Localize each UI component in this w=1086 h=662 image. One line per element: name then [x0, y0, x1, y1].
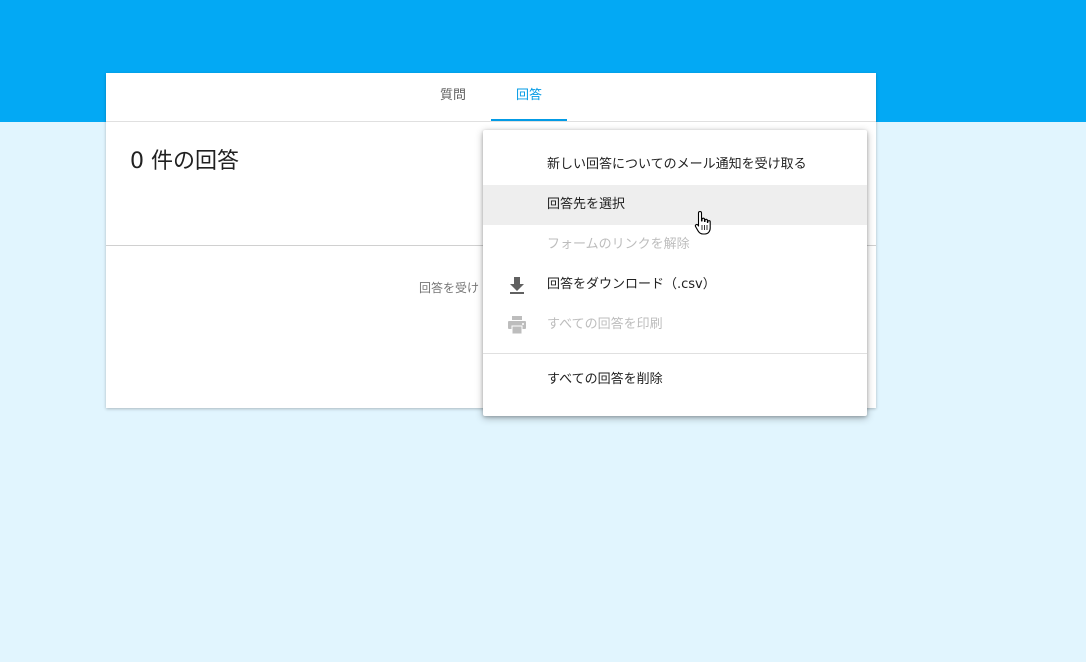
hand-cursor-icon — [694, 210, 712, 236]
tab-questions[interactable]: 質問 — [420, 73, 486, 119]
menu-divider — [483, 353, 867, 354]
menu-item-download-csv[interactable]: 回答をダウンロード（.csv） — [483, 265, 867, 305]
menu-item-label: 回答先を選択 — [547, 197, 626, 212]
menu-item-unlink-form[interactable]: フォームのリンクを解除 — [483, 225, 867, 265]
responses-options-menu: 新しい回答についてのメール通知を受け取る 回答先を選択 フォームのリンクを解除 … — [483, 130, 867, 416]
menu-item-select-destination[interactable]: 回答先を選択 — [483, 185, 867, 225]
menu-item-label: 回答をダウンロード（.csv） — [547, 277, 716, 292]
menu-item-label: フォームのリンクを解除 — [547, 237, 690, 252]
download-icon — [507, 275, 527, 295]
menu-item-label: すべての回答を印刷 — [547, 317, 663, 332]
menu-item-label: 新しい回答についてのメール通知を受け取る — [547, 157, 807, 172]
print-icon — [507, 315, 527, 335]
menu-item-print-all[interactable]: すべての回答を印刷 — [483, 305, 867, 345]
tab-bar: 質問 回答 — [106, 73, 876, 122]
menu-item-label: すべての回答を削除 — [547, 372, 663, 387]
tab-responses[interactable]: 回答 — [491, 73, 567, 121]
menu-item-email-notifications[interactable]: 新しい回答についてのメール通知を受け取る — [483, 145, 867, 185]
menu-item-delete-all[interactable]: すべての回答を削除 — [483, 360, 867, 400]
accepting-responses-text: 回答を受け — [419, 281, 480, 295]
responses-count-title: 0 件の回答 — [130, 149, 239, 174]
